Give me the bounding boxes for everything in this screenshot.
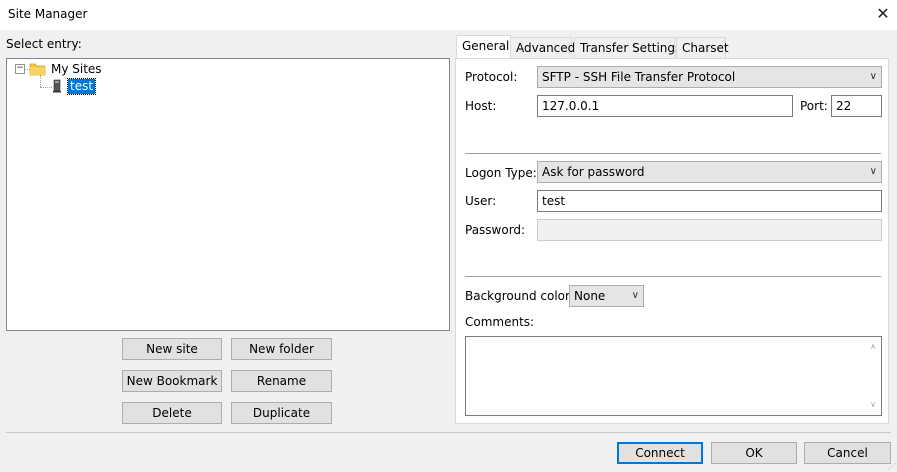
protocol-value: SFTP - SSH File Transfer Protocol bbox=[542, 70, 736, 84]
background-color-label: Background color: bbox=[465, 289, 574, 303]
password-label: Password: bbox=[465, 223, 526, 237]
protocol-label: Protocol: bbox=[465, 70, 518, 84]
logon-type-select[interactable]: Ask for password ∨ bbox=[537, 161, 882, 183]
comments-label: Comments: bbox=[465, 315, 535, 329]
duplicate-button[interactable]: Duplicate bbox=[231, 402, 332, 424]
close-icon[interactable]: ✕ bbox=[874, 4, 892, 24]
background-color-select[interactable]: None ∨ bbox=[569, 285, 644, 307]
title-bar bbox=[0, 0, 897, 30]
separator bbox=[465, 276, 881, 277]
scroll-up-icon[interactable]: ∧ bbox=[865, 339, 881, 355]
port-input[interactable]: 22 bbox=[831, 95, 882, 117]
folder-icon bbox=[29, 62, 46, 79]
tree-node-test[interactable]: test bbox=[66, 78, 97, 95]
background-color-value: None bbox=[574, 289, 606, 303]
delete-button[interactable]: Delete bbox=[122, 402, 222, 424]
user-label: User: bbox=[465, 194, 497, 208]
tab-transfer-settings[interactable]: Transfer Settings bbox=[574, 37, 681, 58]
rename-button[interactable]: Rename bbox=[231, 370, 332, 392]
chevron-down-icon: ∨ bbox=[869, 166, 877, 177]
cancel-button[interactable]: Cancel bbox=[804, 442, 891, 464]
ok-button[interactable]: OK bbox=[711, 442, 797, 464]
tab-general[interactable]: General bbox=[456, 35, 511, 59]
tab-advanced[interactable]: Advanced bbox=[510, 37, 575, 58]
new-bookmark-button[interactable]: New Bookmark bbox=[122, 370, 222, 392]
footer-separator bbox=[6, 432, 891, 433]
tree-connector bbox=[40, 75, 41, 87]
host-input[interactable]: 127.0.0.1 bbox=[537, 95, 793, 117]
protocol-select[interactable]: SFTP - SSH File Transfer Protocol ∨ bbox=[537, 66, 882, 88]
separator bbox=[465, 153, 881, 154]
new-folder-button[interactable]: New folder bbox=[231, 338, 332, 360]
connect-button[interactable]: Connect bbox=[617, 442, 703, 464]
comments-textarea[interactable]: ∧ ∨ bbox=[465, 336, 882, 416]
window-title: Site Manager bbox=[8, 7, 88, 21]
chevron-down-icon: ∨ bbox=[631, 290, 639, 301]
logon-type-value: Ask for password bbox=[542, 165, 645, 179]
tree-connector bbox=[40, 87, 52, 88]
select-entry-label: Select entry: bbox=[6, 37, 82, 51]
scroll-down-icon[interactable]: ∨ bbox=[865, 397, 881, 413]
chevron-down-icon: ∨ bbox=[869, 71, 877, 82]
site-tree[interactable]: − My Sites test bbox=[6, 58, 450, 331]
tree-node-my-sites[interactable]: My Sites bbox=[51, 62, 102, 76]
comments-scrollbar[interactable]: ∧ ∨ bbox=[865, 337, 881, 415]
port-label: Port: bbox=[800, 99, 828, 113]
password-input bbox=[537, 219, 882, 241]
tab-charset[interactable]: Charset bbox=[676, 37, 729, 58]
logon-type-label: Logon Type: bbox=[465, 166, 537, 180]
new-site-button[interactable]: New site bbox=[122, 338, 222, 360]
resize-grip-icon[interactable]: ⋰ bbox=[888, 463, 896, 471]
server-icon bbox=[52, 79, 62, 96]
user-input[interactable]: test bbox=[537, 190, 882, 212]
host-label: Host: bbox=[465, 99, 497, 113]
